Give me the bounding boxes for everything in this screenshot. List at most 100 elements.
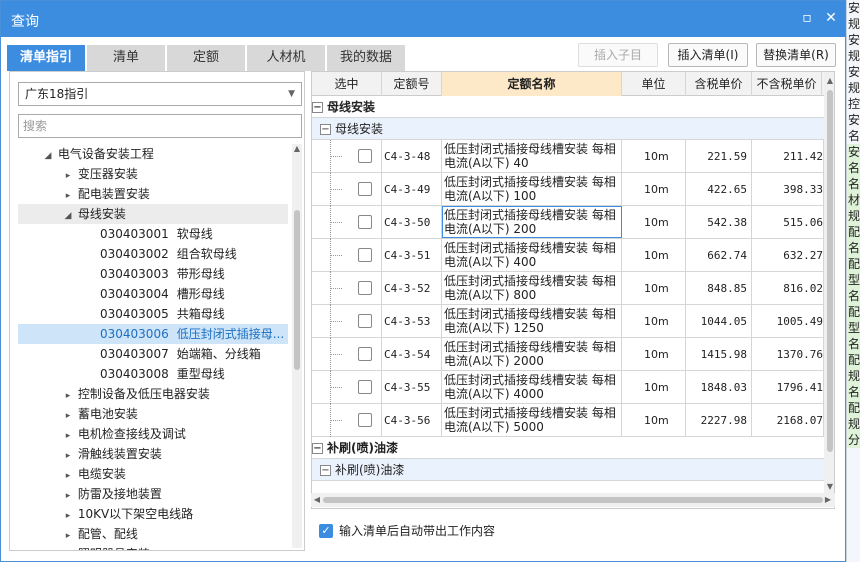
scroll-down-icon[interactable]: ▼ xyxy=(825,482,834,491)
tree-item-030403004[interactable]: 030403004 槽形母线 xyxy=(18,284,288,304)
tree-item[interactable]: ▸ 配管、配线 xyxy=(18,524,288,544)
tree-item-030403006[interactable]: 030403006 低压封闭式插接母... xyxy=(18,324,288,344)
table-row[interactable]: C4-3-53 低压封闭式插接母线槽安装 每相电流(A以下) 1250 10m 104… xyxy=(312,305,824,338)
select-cell[interactable] xyxy=(312,305,382,338)
select-cell[interactable] xyxy=(312,140,382,173)
collapsed-arrow-icon[interactable]: ▸ xyxy=(62,546,74,550)
row-checkbox[interactable] xyxy=(358,380,372,394)
select-cell[interactable] xyxy=(312,206,382,239)
grid-hscrollbar[interactable]: ◀ ▶ xyxy=(311,493,835,507)
title-bar[interactable]: 查询 ▫ ✕ xyxy=(1,1,845,37)
tree-item[interactable]: ◢ 母线安装 xyxy=(18,204,288,224)
tree-item[interactable]: ▸ 变压器安装 xyxy=(18,164,288,184)
close-icon[interactable]: ✕ xyxy=(823,10,839,26)
select-cell[interactable] xyxy=(312,404,382,437)
col-quota-name[interactable]: 定额名称 xyxy=(442,72,622,96)
tree-item-030403008[interactable]: 030403008 重型母线 xyxy=(18,364,288,384)
tree-item[interactable]: ▸ 控制设备及低压电器安装 xyxy=(18,384,288,404)
group-row[interactable]: − 补刷(喷)油漆 xyxy=(312,437,824,459)
row-checkbox[interactable] xyxy=(358,347,372,361)
table-row[interactable]: C4-3-52 低压封闭式插接母线槽安装 每相电流(A以下) 800 10m 848.… xyxy=(312,272,824,305)
tree-item-030403005[interactable]: 030403005 共箱母线 xyxy=(18,304,288,324)
group-row[interactable]: − 母线安装 xyxy=(312,96,824,118)
auto-content-checkbox[interactable]: ✓ xyxy=(319,524,333,538)
tree-item[interactable]: ▸ 蓄电池安装 xyxy=(18,404,288,424)
collapse-icon[interactable]: − xyxy=(320,465,331,476)
tree-item[interactable]: ▸ 滑触线装置安装 xyxy=(18,444,288,464)
grid-scrollbar[interactable]: ▲ ▼ xyxy=(824,72,834,496)
col-notax-price[interactable]: 不含税单价 xyxy=(752,72,822,96)
collapsed-arrow-icon[interactable]: ▸ xyxy=(62,526,74,544)
search-input[interactable] xyxy=(18,114,302,138)
grid-scrollbar-thumb[interactable] xyxy=(827,90,833,452)
scroll-right-icon[interactable]: ▶ xyxy=(823,495,833,504)
col-select[interactable]: 选中 xyxy=(312,72,382,96)
col-tax-price[interactable]: 含税单价 xyxy=(686,72,752,96)
scroll-left-icon[interactable]: ◀ xyxy=(312,495,322,504)
tree-item-030403002[interactable]: 030403002 组合软母线 xyxy=(18,244,288,264)
tree-item-030403007[interactable]: 030403007 始端箱、分线箱 xyxy=(18,344,288,364)
tree-item[interactable]: ▸ 电机检查接线及调试 xyxy=(18,424,288,444)
collapsed-arrow-icon[interactable]: ▸ xyxy=(62,486,74,504)
tree-item[interactable]: ◢ 电气设备安装工程 xyxy=(18,144,288,164)
table-row[interactable]: C4-3-48 低压封闭式插接母线槽安装 每相电流(A以下) 40 10m 221.5… xyxy=(312,140,824,173)
insert-list-button[interactable]: 插入清单(I) xyxy=(668,43,748,67)
tab-my-data[interactable]: 我的数据 xyxy=(327,45,405,71)
row-checkbox[interactable] xyxy=(358,149,372,163)
collapse-icon[interactable]: − xyxy=(312,443,323,454)
select-cell[interactable] xyxy=(312,338,382,371)
insert-child-button[interactable]: 插入子目 xyxy=(578,43,658,67)
table-row[interactable]: C4-3-51 低压封闭式插接母线槽安装 每相电流(A以下) 400 10m 662.… xyxy=(312,239,824,272)
tree-scrollbar-thumb[interactable] xyxy=(294,210,300,370)
row-checkbox[interactable] xyxy=(358,413,372,427)
row-checkbox[interactable] xyxy=(358,182,372,196)
restore-icon[interactable]: ▫ xyxy=(799,10,815,26)
select-cell[interactable] xyxy=(312,173,382,206)
tree-item[interactable]: ▸ 10KV以下架空电线路 xyxy=(18,504,288,524)
collapsed-arrow-icon[interactable]: ▸ xyxy=(62,446,74,464)
tab-list[interactable]: 清单 xyxy=(87,45,165,71)
tree-scrollbar[interactable]: ▲ xyxy=(292,144,302,548)
select-cell[interactable] xyxy=(312,371,382,404)
group-row[interactable]: − 母线安装 xyxy=(312,118,824,140)
collapsed-arrow-icon[interactable]: ▸ xyxy=(62,386,74,404)
select-cell[interactable] xyxy=(312,239,382,272)
collapse-icon[interactable]: − xyxy=(312,102,323,113)
table-row[interactable]: C4-3-55 低压封闭式插接母线槽安装 每相电流(A以下) 4000 10m 184… xyxy=(312,371,824,404)
collapsed-arrow-icon[interactable]: ▸ xyxy=(62,166,74,184)
collapsed-arrow-icon[interactable]: ▸ xyxy=(62,406,74,424)
scroll-up-icon[interactable]: ▲ xyxy=(292,144,302,153)
collapse-icon[interactable]: − xyxy=(320,124,331,135)
col-unit[interactable]: 单位 xyxy=(622,72,686,96)
tree-item[interactable]: ▸ 照明器具安装 xyxy=(18,544,288,550)
tree-item[interactable]: ▸ 防雷及接地装置 xyxy=(18,484,288,504)
collapsed-arrow-icon[interactable]: ▸ xyxy=(62,426,74,444)
table-row[interactable]: C4-3-54 低压封闭式插接母线槽安装 每相电流(A以下) 2000 10m 141… xyxy=(312,338,824,371)
tree-item[interactable]: ▸ 配电装置安装 xyxy=(18,184,288,204)
tree-item-030403001[interactable]: 030403001 软母线 xyxy=(18,224,288,244)
guide-select[interactable]: 广东18指引 ▼ xyxy=(18,82,302,106)
row-checkbox[interactable] xyxy=(358,215,372,229)
tree-item[interactable]: ▸ 电缆安装 xyxy=(18,464,288,484)
tab-labor-material-machine[interactable]: 人材机 xyxy=(247,45,325,71)
expanded-arrow-icon[interactable]: ◢ xyxy=(62,206,74,224)
row-checkbox[interactable] xyxy=(358,248,372,262)
collapsed-arrow-icon[interactable]: ▸ xyxy=(62,466,74,484)
collapsed-arrow-icon[interactable]: ▸ xyxy=(62,186,74,204)
col-quota-code[interactable]: 定额号 xyxy=(382,72,442,96)
row-checkbox[interactable] xyxy=(358,314,372,328)
table-row[interactable]: C4-3-49 低压封闭式插接母线槽安装 每相电流(A以下) 100 10m 422.… xyxy=(312,173,824,206)
tab-quota[interactable]: 定额 xyxy=(167,45,245,71)
collapsed-arrow-icon[interactable]: ▸ xyxy=(62,506,74,524)
tab-list-guide[interactable]: 清单指引 xyxy=(7,45,85,71)
table-row[interactable]: C4-3-56 低压封闭式插接母线槽安装 每相电流(A以下) 5000 10m 222… xyxy=(312,404,824,437)
replace-list-button[interactable]: 替换清单(R) xyxy=(756,43,836,67)
grid-hscrollbar-thumb[interactable] xyxy=(323,497,823,503)
scroll-up-icon[interactable]: ▲ xyxy=(825,76,834,85)
group-row[interactable]: − 补刷(喷)油漆 xyxy=(312,459,824,481)
select-cell[interactable] xyxy=(312,272,382,305)
table-row[interactable]: C4-3-50 低压封闭式插接母线槽安装 每相电流(A以下) 200 10m 542.… xyxy=(312,206,824,239)
expanded-arrow-icon[interactable]: ◢ xyxy=(42,146,54,164)
tree-item-030403003[interactable]: 030403003 带形母线 xyxy=(18,264,288,284)
row-checkbox[interactable] xyxy=(358,281,372,295)
